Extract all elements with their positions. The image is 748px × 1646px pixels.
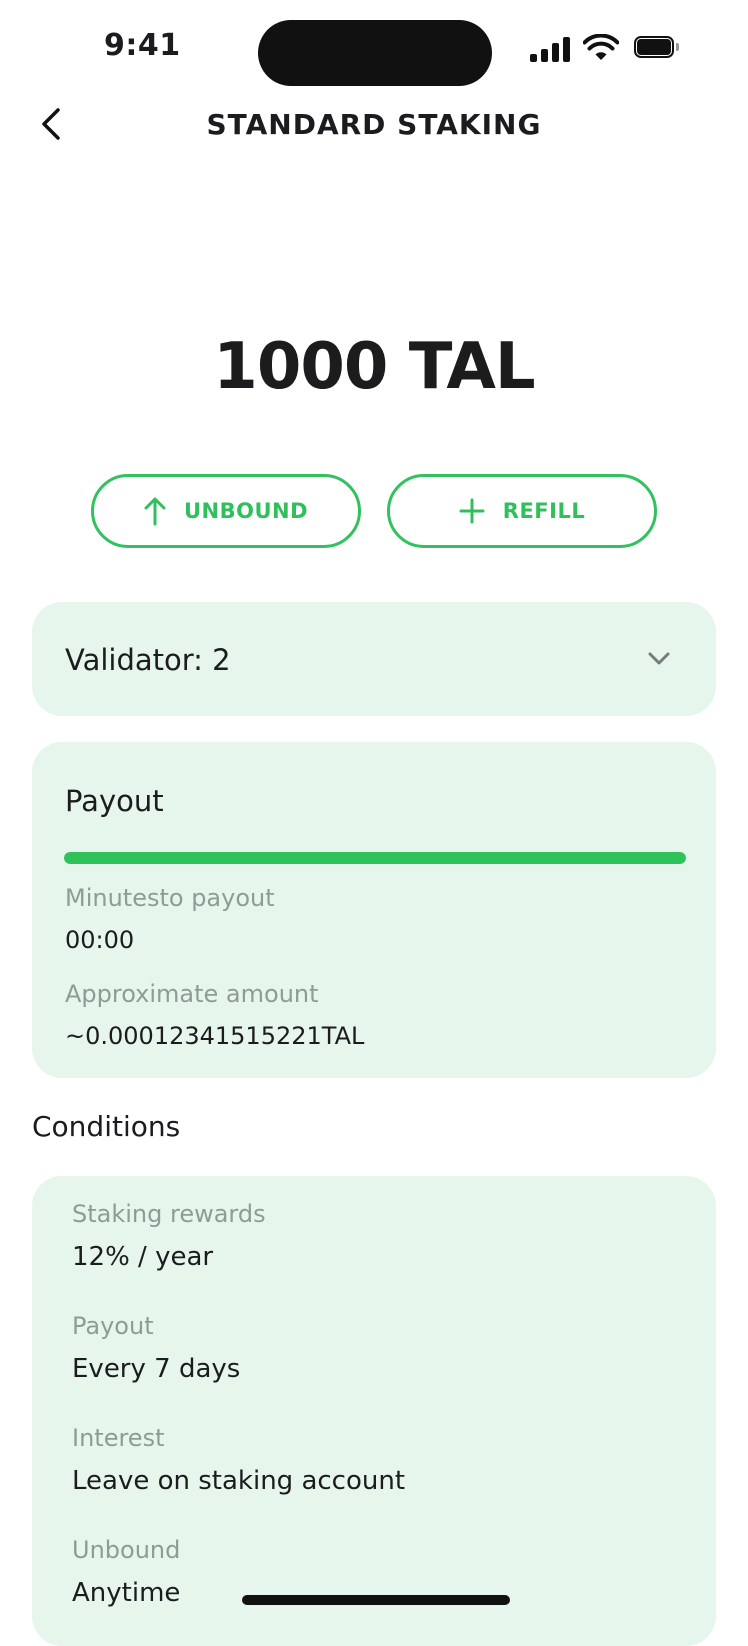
payout-title: Payout — [65, 784, 164, 818]
approximate-amount-value: ~0.00012341515221TAL — [65, 1022, 365, 1050]
cellular-signal-icon — [530, 36, 572, 62]
validator-label: Validator: 2 — [65, 643, 231, 677]
payout-progress-bar — [64, 852, 686, 864]
home-indicator[interactable] — [242, 1595, 510, 1605]
unbound-button[interactable]: UNBOUND — [91, 474, 361, 548]
condition-value-staking-rewards: 12% / year — [72, 1242, 214, 1272]
condition-value-unbound: Anytime — [72, 1578, 181, 1608]
status-time: 9:41 — [104, 28, 181, 63]
approximate-amount-label: Approximate amount — [65, 980, 319, 1008]
conditions-heading: Conditions — [32, 1110, 181, 1143]
condition-label-unbound: Unbound — [72, 1536, 181, 1564]
staked-amount: 1000 TAL — [213, 330, 535, 404]
battery-icon — [634, 36, 679, 60]
condition-value-payout: Every 7 days — [72, 1354, 241, 1384]
refill-button[interactable]: REFILL — [387, 474, 657, 548]
arrow-up-icon — [144, 497, 166, 526]
minutes-to-payout-value: 00:00 — [65, 926, 135, 954]
payout-card: Payout Minutesto payout 00:00 Approximat… — [32, 742, 716, 1078]
wifi-icon — [583, 34, 619, 60]
validator-select[interactable]: Validator: 2 — [32, 602, 716, 716]
payout-progress-fill — [64, 852, 686, 864]
unbound-button-label: UNBOUND — [183, 499, 309, 523]
plus-icon — [459, 498, 485, 524]
condition-label-interest: Interest — [72, 1424, 165, 1452]
minutes-to-payout-label: Minutesto payout — [65, 884, 275, 912]
condition-label-payout: Payout — [72, 1312, 154, 1340]
dynamic-island — [258, 20, 492, 86]
page-title: STANDARD STAKING — [206, 108, 542, 141]
condition-label-staking-rewards: Staking rewards — [72, 1200, 266, 1228]
conditions-card: Staking rewards 12% / year Payout Every … — [32, 1176, 716, 1646]
chevron-down-icon — [648, 652, 670, 665]
refill-button-label: REFILL — [502, 499, 586, 523]
condition-value-interest: Leave on staking account — [72, 1466, 406, 1496]
